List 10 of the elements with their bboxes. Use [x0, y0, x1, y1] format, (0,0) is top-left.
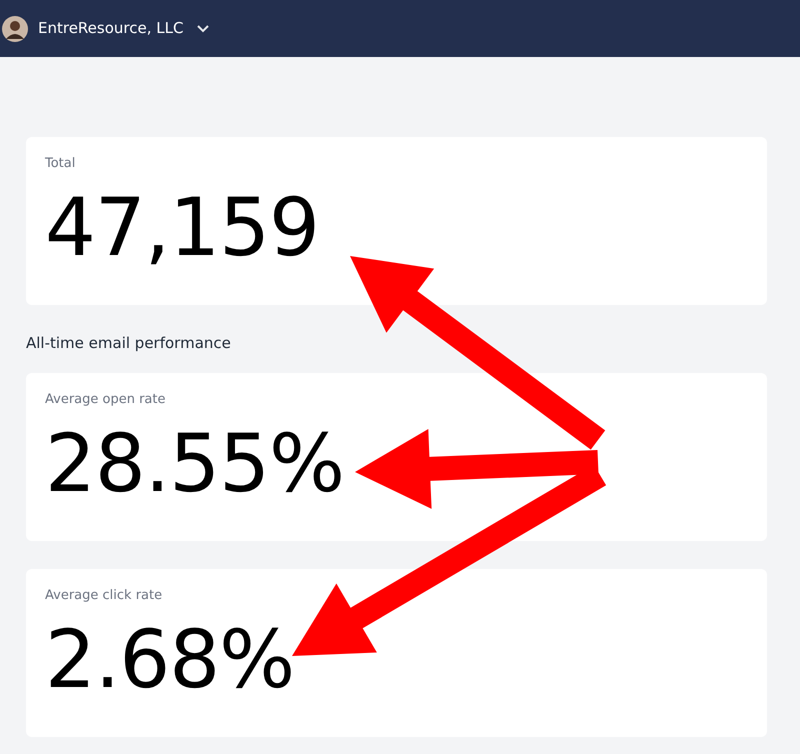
stat-label: Average open rate [45, 392, 166, 406]
chevron-down-icon [197, 24, 210, 32]
stat-value: 28.55% [45, 424, 344, 504]
avatar-icon [2, 16, 28, 42]
stat-label: Average click rate [45, 588, 162, 602]
section-title: All-time email performance [26, 333, 231, 354]
stat-label: Total [45, 157, 76, 170]
stat-value: 47,159 [45, 188, 319, 268]
account-switcher[interactable]: EntreResource, LLC [38, 17, 210, 40]
stat-value: 2.68% [45, 620, 294, 700]
